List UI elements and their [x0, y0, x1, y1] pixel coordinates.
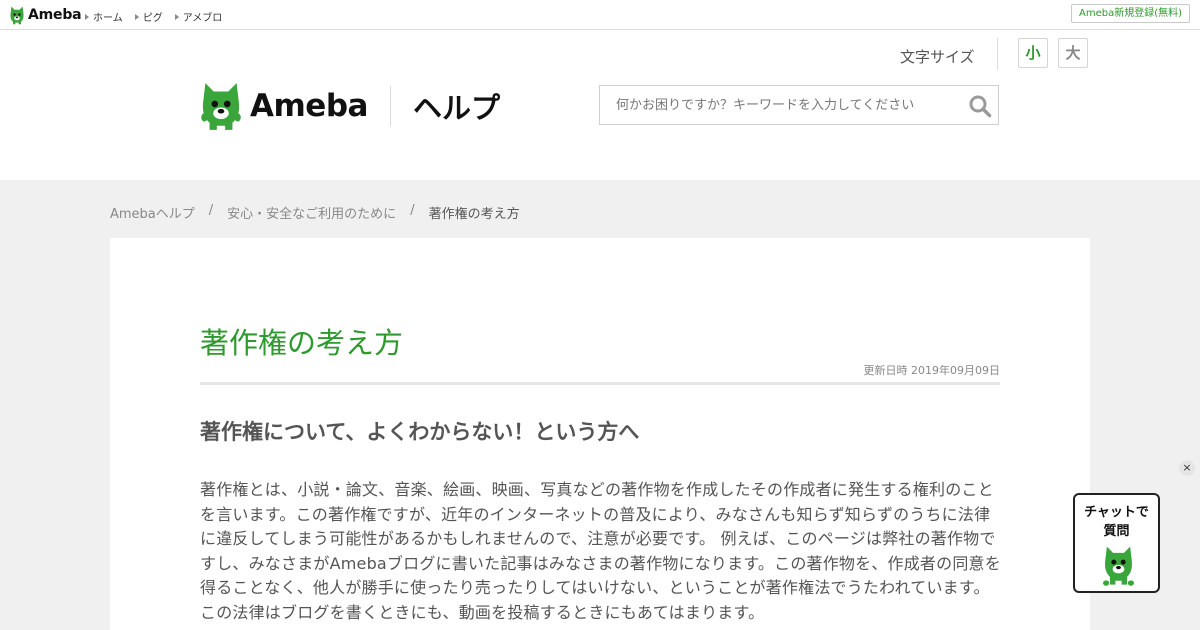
font-size-label: 文字サイズ [900, 48, 975, 66]
triangle-bullet-icon [134, 13, 139, 20]
search-icon [969, 95, 992, 118]
breadcrumb-separator: / [208, 203, 214, 218]
ameba-help-logo[interactable]: Ameba ヘルプ [200, 80, 500, 132]
search-input[interactable] [600, 86, 960, 124]
breadcrumb-item-home[interactable]: Amebaヘルプ [110, 203, 195, 222]
signup-button[interactable]: Ameba新規登録(無料) [1070, 4, 1190, 23]
chat-close-button[interactable]: × [1179, 460, 1195, 476]
title-divider [200, 382, 1000, 385]
nav-item-label: アメブロ [182, 13, 223, 24]
global-topbar: Ameba ホーム ピグ アメブロ Ameba新規登録(無料) [0, 0, 1200, 30]
logo-text: Ameba [250, 88, 368, 124]
chat-label-line1: チャットで [1084, 505, 1149, 520]
triangle-bullet-icon [174, 13, 179, 20]
ameba-mascot-icon [201, 83, 241, 130]
nav-item-pigg[interactable]: ピグ [134, 9, 163, 24]
page-title: 著作権の考え方 [200, 326, 404, 360]
global-nav: ホーム ピグ アメブロ [85, 9, 222, 24]
article-body: 著作権とは、小説・論文、音楽、絵画、映画、写真などの著作物を作成したその作成者に… [200, 480, 1001, 622]
breadcrumb-item-current: 著作権の考え方 [428, 207, 520, 222]
font-size-small-button[interactable]: 小 [1018, 38, 1048, 68]
updated-date: 更新日時 2019年09月09日 [863, 364, 1000, 377]
chat-label-line2: 質問 [1103, 524, 1130, 539]
help-text: ヘルプ [412, 91, 500, 125]
breadcrumb-item-safety[interactable]: 安心・安全なご利用のために [227, 203, 396, 222]
nav-item-label: ピグ [142, 13, 163, 24]
search-box [599, 85, 999, 125]
brand-text: Ameba [28, 7, 82, 23]
chat-question-widget[interactable]: チャットで 質問 [1073, 493, 1160, 593]
nav-item-ameblo[interactable]: アメブロ [174, 9, 223, 24]
ameba-mascot-icon [10, 6, 24, 25]
close-icon: × [1182, 461, 1192, 474]
ameba-mascot-icon [1103, 546, 1134, 586]
divider [997, 38, 998, 70]
logo-divider [389, 86, 391, 126]
search-button[interactable] [968, 94, 992, 118]
breadcrumb-separator: / [410, 203, 415, 218]
ameba-brand-link[interactable]: Ameba [9, 5, 82, 25]
section-heading: 著作権について、よくわからない！という方へ [200, 420, 640, 444]
font-size-large-button[interactable]: 大 [1058, 38, 1088, 68]
triangle-bullet-icon [85, 13, 89, 20]
breadcrumb: Amebaヘルプ / 安心・安全なご利用のために / 著作権の考え方 [110, 203, 520, 222]
nav-item-label: ホーム [93, 13, 123, 24]
nav-item-home[interactable]: ホーム [85, 9, 123, 24]
